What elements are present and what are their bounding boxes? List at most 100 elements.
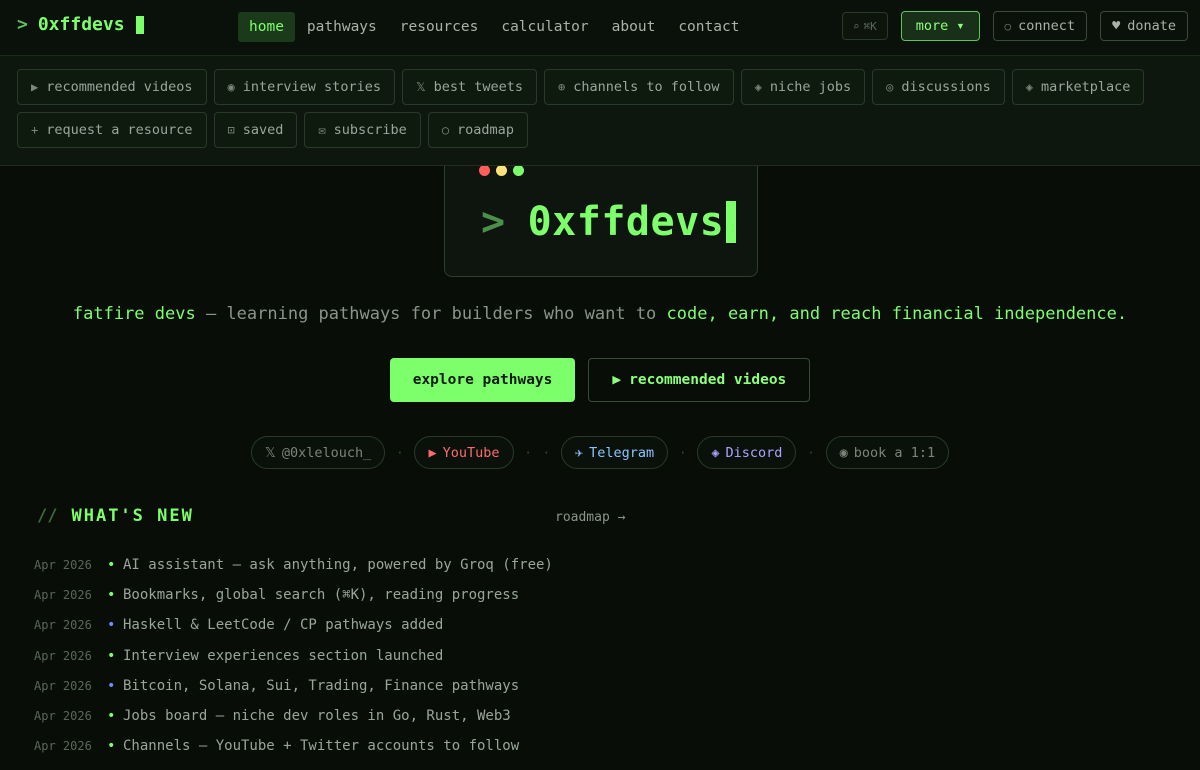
mail-icon: ✉ [318,123,326,137]
menu-item-label: saved [242,122,284,138]
heart-icon: ♥ [1112,18,1121,34]
list-item: Apr 2026 • AI assistant — ask anything, … [34,550,734,580]
social-label: book a 1:1 [853,444,936,461]
social-youtube-link[interactable]: ▶ YouTube [414,436,514,469]
site-logo[interactable]: > 0xffdevs [17,14,144,35]
social-telegram-link[interactable]: ✈ Telegram [560,436,669,469]
bullet-icon: • [107,557,116,574]
menu-item-niche-jobs[interactable]: ◈ niche jobs [740,69,866,105]
separator: · [807,445,815,460]
target-icon: ◉ [227,80,235,94]
social-discord-link[interactable]: ◈ Discord [697,436,797,469]
menu-item-label: channels to follow [573,79,720,95]
book-call-link[interactable]: ◉ book a 1:1 [825,436,950,469]
cursor-block-icon [726,201,737,243]
bullet-icon: • [107,708,116,725]
paper-plane-icon: ✈ [574,444,584,461]
menu-item-recommended-videos[interactable]: ▶ recommended videos [17,69,207,105]
whats-new-list: Apr 2026 • AI assistant — ask anything, … [34,550,734,761]
menu-item-saved[interactable]: ⊡ saved [213,112,298,148]
nav-resources[interactable]: resources [389,12,490,42]
social-twitter-link[interactable]: 𝕏 @0xlelouch_ [250,436,386,469]
menu-item-subscribe[interactable]: ✉ subscribe [304,112,421,148]
bookmark-icon: ⊡ [227,123,235,137]
menu-item-roadmap[interactable]: ○ roadmap [427,112,528,148]
social-label: Discord [725,444,783,461]
bullet-icon: • [107,677,116,694]
explore-pathways-button[interactable]: explore pathways [389,358,576,402]
social-links: 𝕏 @0xlelouch_ · ▶ YouTube · · ✈ Telegram… [0,436,1200,469]
menu-item-discussions[interactable]: ◎ discussions [872,69,1005,105]
nav-calculator[interactable]: calculator [490,12,599,42]
search-button[interactable]: ⌕ ⌘K [841,12,888,40]
green-dot-icon [513,165,524,176]
nav-contact[interactable]: contact [667,12,750,42]
roadmap-link[interactable]: roadmap → [555,510,625,525]
menu-item-label: roadmap [457,122,514,138]
more-label: more ▾ [915,18,965,34]
connect-button[interactable]: ○ connect [992,11,1088,41]
menu-item-best-tweets[interactable]: 𝕏 best tweets [401,69,538,105]
item-date: Apr 2026 [34,739,92,754]
discord-icon: ◈ [711,444,720,461]
heading-text: WHAT'S NEW [71,506,194,526]
item-date: Apr 2026 [34,709,92,724]
logo-text: 0xffdevs [37,14,125,35]
social-label: Telegram [589,444,655,461]
item-text: Bitcoin, Solana, Sui, Trading, Finance p… [123,677,520,694]
list-item: Apr 2026 • Bookmarks, global search (⌘K)… [34,580,734,610]
hero-cta-row: explore pathways ▶ recommended videos [0,358,1200,402]
nav-about[interactable]: about [601,12,667,42]
header-actions: ⌕ ⌘K more ▾ ○ connect ♥ donate [841,11,1188,41]
top-navigation-bar: > 0xffdevs home pathways resources calcu… [0,0,1200,56]
list-item: Apr 2026 • Interview experiences section… [34,641,734,671]
more-menu-button[interactable]: more ▾ [900,11,980,41]
menu-item-label: recommended videos [46,79,193,95]
heading-slashes: // [37,506,58,526]
play-icon: ▶ [31,80,39,94]
x-logo-icon: 𝕏 [264,444,276,461]
menu-item-label: niche jobs [769,79,852,95]
bullet-icon: • [107,587,116,604]
separator: · [679,445,687,460]
globe-icon: ⊕ [558,80,566,94]
window-dots [479,165,524,176]
item-text: Haskell & LeetCode / CP pathways added [123,617,444,634]
item-text: Interview experiences section launched [123,647,444,664]
menu-item-marketplace[interactable]: ◈ marketplace [1011,69,1145,105]
item-date: Apr 2026 [34,558,92,573]
recommended-videos-button[interactable]: ▶ recommended videos [588,358,811,402]
item-date: Apr 2026 [34,588,92,603]
item-text: Channels — YouTube + Twitter accounts to… [123,738,520,755]
item-text: AI assistant — ask anything, powered by … [123,557,553,574]
menu-item-channels-to-follow[interactable]: ⊕ channels to follow [544,69,734,105]
x-logo-icon: 𝕏 [415,80,426,94]
list-item: Apr 2026 • Jobs board — niche dev roles … [34,701,734,731]
menu-item-request-a-resource[interactable]: + request a resource [17,112,207,148]
donate-button[interactable]: ♥ donate [1100,11,1188,41]
plus-icon: + [31,123,39,137]
recommended-videos-label: recommended videos [629,372,787,388]
item-date: Apr 2026 [34,648,92,663]
item-text: Bookmarks, global search (⌘K), reading p… [123,587,520,604]
cursor-block-icon [135,15,144,34]
menu-item-label: discussions [901,79,991,95]
connect-label: connect [1018,18,1076,34]
nav-pathways[interactable]: pathways [296,12,388,42]
bullet-icon: • [107,738,116,755]
bullet-icon: • [107,647,116,664]
item-date: Apr 2026 [34,678,92,693]
tagline-middle: — learning pathways for builders who wan… [195,304,667,324]
menu-item-interview-stories[interactable]: ◉ interview stories [213,69,395,105]
nav-home[interactable]: home [238,12,295,42]
donate-label: donate [1127,18,1176,34]
separator: · [396,445,404,460]
menu-item-label: best tweets [433,79,524,95]
list-item: Apr 2026 • Haskell & LeetCode / CP pathw… [34,610,734,640]
menu-item-label: interview stories [242,79,381,95]
tagline-highlight-end: code, earn, and reach financial independ… [666,304,1128,324]
more-menu-items: ▶ recommended videos ◉ interview stories… [17,69,1157,148]
list-item: Apr 2026 • Channels — YouTube + Twitter … [34,731,734,761]
whats-new-heading: // WHAT'S NEW [37,506,194,526]
logo-prompt: > [17,14,28,35]
